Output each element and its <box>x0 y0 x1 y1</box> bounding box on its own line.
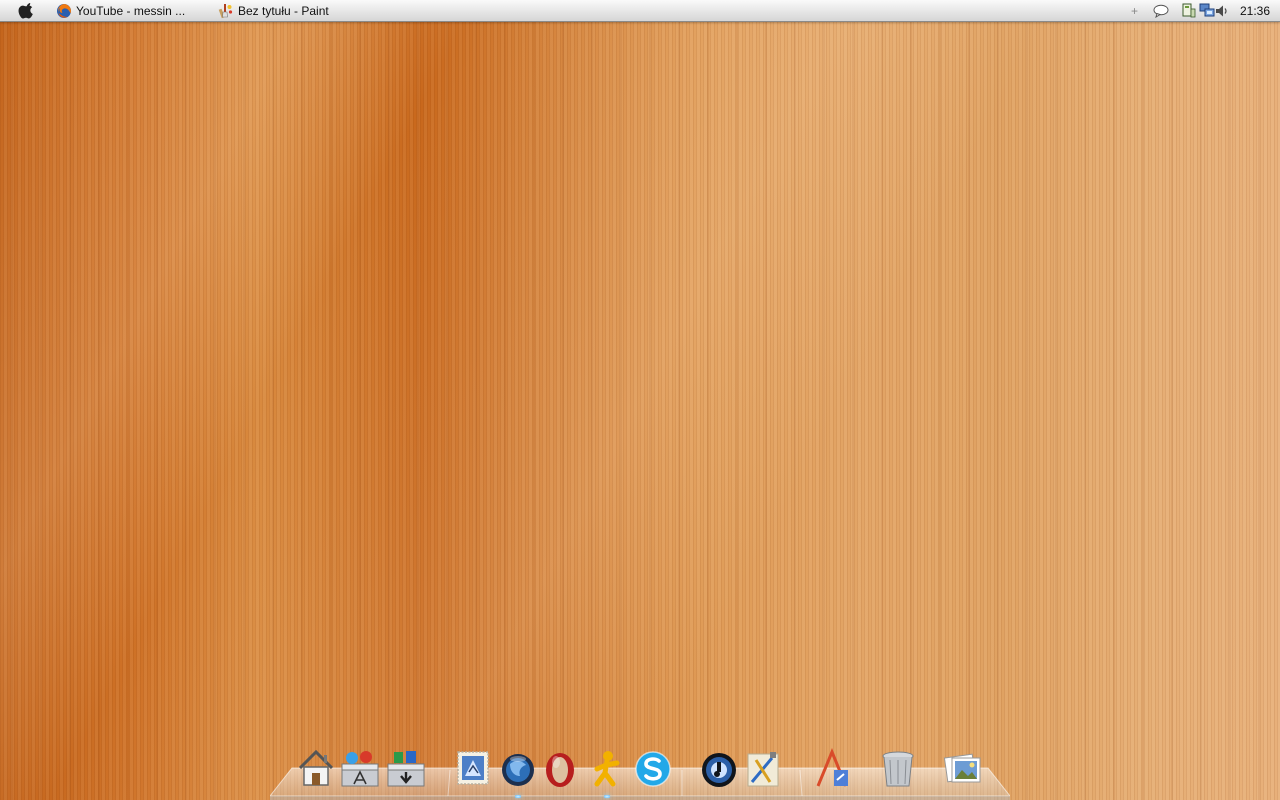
network-icon[interactable] <box>1182 0 1196 21</box>
downloads-folder-icon[interactable] <box>384 746 428 792</box>
taskbar-item-label: Bez tytułu - Paint <box>238 3 329 18</box>
taskbar-item-paint[interactable]: Bez tytułu - Paint <box>218 0 329 21</box>
photo-stack-icon[interactable] <box>942 746 986 792</box>
clock[interactable]: 21:36 <box>1240 4 1270 18</box>
taskbar-item-firefox[interactable]: YouTube - messin ... <box>56 0 185 21</box>
firefox-globe-icon[interactable] <box>496 746 540 792</box>
desktop-wallpaper <box>0 0 1280 800</box>
add-glyph: + <box>1131 3 1139 18</box>
speech-bubble-icon[interactable] <box>1153 0 1169 21</box>
trash-can-icon[interactable] <box>876 746 920 792</box>
utilities-icon[interactable] <box>742 746 786 792</box>
apple-logo-icon[interactable] <box>17 2 37 19</box>
volume-icon[interactable] <box>1215 0 1229 21</box>
running-indicator <box>604 795 610 798</box>
pencil-ruler-icon[interactable] <box>810 746 854 792</box>
home-icon[interactable] <box>294 746 338 792</box>
tray-add-button[interactable]: + <box>1131 0 1138 21</box>
paint-icon <box>218 3 234 19</box>
taskbar-item-label: YouTube - messin ... <box>76 3 186 18</box>
opera-icon[interactable] <box>538 746 582 792</box>
skype-icon[interactable] <box>631 746 675 792</box>
running-indicator <box>515 795 521 798</box>
itunes-icon[interactable] <box>697 746 741 792</box>
firefox-icon <box>56 3 72 19</box>
top-menu-bar: YouTube - messin ... Bez tytułu - Paint … <box>0 0 1280 22</box>
applications-folder-icon[interactable] <box>338 746 382 792</box>
network-connections-icon[interactable] <box>1199 0 1215 21</box>
mail-stamp-icon[interactable] <box>451 746 495 792</box>
aim-running-man-icon[interactable] <box>585 746 629 792</box>
